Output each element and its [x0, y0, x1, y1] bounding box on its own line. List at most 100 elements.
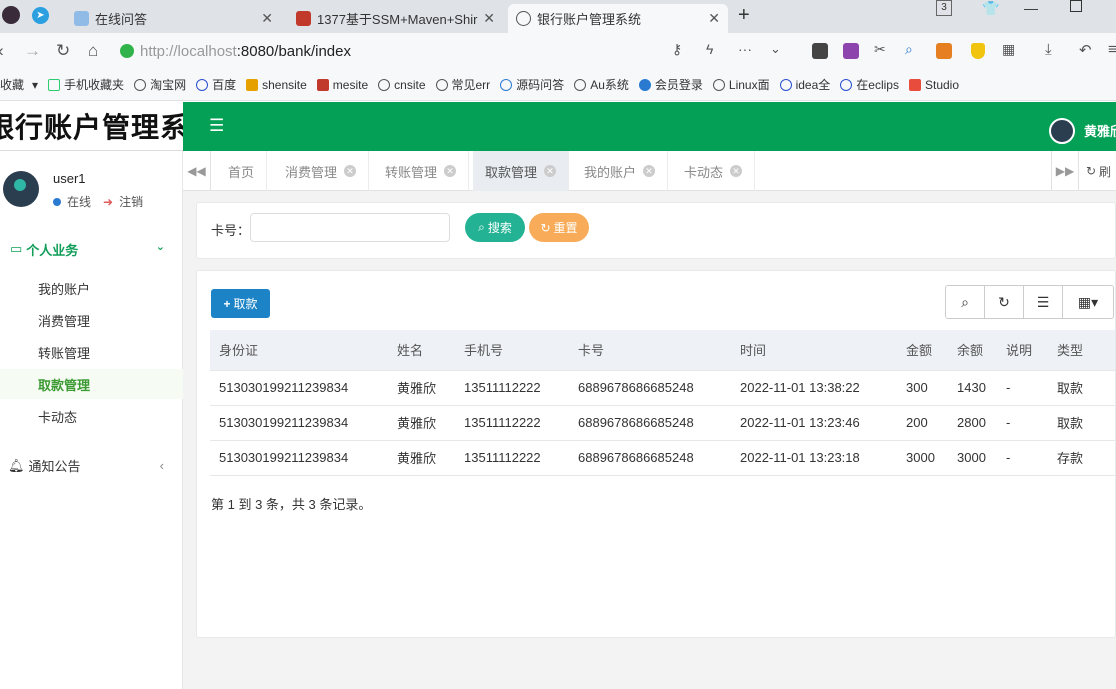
scissors-icon[interactable]: ✂	[874, 41, 886, 58]
bookmark-item[interactable]: Linux面	[712, 76, 770, 93]
sidebar-item-my-account[interactable]: 我的账户	[0, 273, 183, 303]
table-row[interactable]: 513030199211239834 黄雅欣 13511112222 68896…	[210, 370, 1115, 406]
column-header[interactable]: 余额	[948, 330, 997, 371]
tab-withdraw[interactable]: 取款管理 ✕	[473, 151, 570, 191]
bookmark-item[interactable]: 常见err	[435, 76, 491, 93]
bookmark-item[interactable]: Studio	[908, 78, 959, 92]
sidebar-item-withdraw[interactable]: 取款管理	[0, 369, 183, 399]
column-header[interactable]: 身份证	[210, 330, 388, 371]
column-header[interactable]: 类型	[1048, 330, 1115, 371]
column-header[interactable]: 姓名	[388, 330, 455, 371]
search-ext-icon[interactable]: ⌕	[905, 41, 913, 58]
table-row[interactable]: 513030199211239834 黄雅欣 13511112222 68896…	[210, 405, 1115, 441]
search-button-label: 搜索	[487, 221, 512, 235]
menu-icon[interactable]: ≡	[1108, 41, 1116, 58]
reload-icon[interactable]: ↻	[56, 41, 70, 61]
forward-icon[interactable]: →	[24, 41, 41, 61]
sidebar-item-consumption[interactable]: 消费管理	[0, 305, 183, 335]
back-icon[interactable]: ‹	[0, 41, 4, 61]
bookmark-item[interactable]: 百度	[196, 76, 236, 93]
tab-my-account[interactable]: 我的账户 ✕	[572, 151, 669, 191]
tab-count-badge[interactable]: 3	[936, 0, 952, 16]
download-icon[interactable]: ⤓	[1045, 41, 1052, 58]
search-button[interactable]: ⌕ 搜索	[465, 213, 525, 242]
new-tab-icon[interactable]: +	[738, 4, 750, 27]
hamburger-menu-icon[interactable]: ☰	[209, 116, 224, 136]
tab-transfer[interactable]: 转账管理 ✕	[373, 151, 470, 191]
bookmark-item[interactable]: 在eclips	[840, 76, 899, 93]
undo-icon[interactable]: ↶	[1079, 41, 1092, 59]
refresh-tab-button[interactable]: ↻ 刷	[1081, 151, 1116, 191]
sidebar-item-notice[interactable]: 🔔︎ 通知公告 ‹	[8, 456, 178, 475]
close-icon[interactable]: ✕	[708, 10, 720, 27]
column-header[interactable]: 手机号	[455, 330, 569, 371]
bookmark-item[interactable]: 源码问答	[500, 76, 564, 93]
sidebar: user1 在线 ➜ 注销 ▭ 个人业务 ⌄ 我的账户 消费管理 转账管理 取款…	[0, 151, 183, 689]
close-icon[interactable]: ✕	[730, 165, 743, 177]
address-bar-row: ‹ → ↻ ⌂ http://localhost:8080/bank/index…	[0, 33, 1116, 69]
close-icon[interactable]: ✕	[643, 165, 656, 177]
shield-icon[interactable]	[971, 43, 985, 59]
browser-tab-2[interactable]: 1377基于SSM+Maven+Shir ✕	[288, 4, 503, 33]
card-number-input[interactable]	[250, 213, 450, 242]
lightning-icon[interactable]: ϟ	[706, 41, 713, 57]
browser-tab-1[interactable]: 在线问答 ✕	[66, 4, 281, 33]
column-header[interactable]: 金额	[897, 330, 948, 371]
logout-link[interactable]: 注销	[119, 193, 143, 210]
scroll-left-icon[interactable]: ◀◀	[183, 151, 211, 191]
tab-consumption[interactable]: 消费管理 ✕	[273, 151, 370, 191]
table-row[interactable]: 513030199211239834 黄雅欣 13511112222 68896…	[210, 440, 1115, 476]
more-icon[interactable]: ···	[738, 41, 752, 57]
browser-tab-active[interactable]: 银行账户管理系统 ✕	[508, 4, 728, 33]
sidebar-group-personal[interactable]: ▭ 个人业务 ⌄	[0, 238, 183, 260]
tab-card-activity[interactable]: 卡动态 ✕	[672, 151, 756, 191]
close-icon[interactable]: ✕	[261, 10, 273, 27]
column-header[interactable]: 说明	[997, 330, 1048, 371]
bookmark-item[interactable]: cnsite	[378, 78, 426, 92]
header-avatar[interactable]	[1049, 118, 1075, 144]
table-toggle-view-icon[interactable]: ☰	[1024, 286, 1063, 318]
chevron-down-icon[interactable]: ⌄	[770, 41, 781, 57]
bookmark-item[interactable]: idea全	[779, 76, 830, 93]
phone-icon	[48, 78, 61, 91]
globe-icon	[134, 78, 147, 91]
maximize-icon[interactable]	[1070, 0, 1082, 12]
url-input[interactable]: http://localhost:8080/bank/index	[120, 38, 820, 64]
table-search-icon[interactable]: ⌕	[946, 286, 985, 318]
extension-1-icon[interactable]	[812, 43, 828, 59]
close-icon[interactable]: ✕	[444, 165, 457, 177]
withdraw-button[interactable]: + 取款	[211, 289, 270, 318]
apps-icon[interactable]: ▦	[1002, 41, 1015, 58]
minimize-icon[interactable]: —	[1024, 0, 1038, 16]
bookmark-item[interactable]: mesite	[316, 78, 368, 92]
bookmark-item[interactable]: 手机收藏夹	[48, 76, 124, 93]
logout-icon[interactable]: ➜	[103, 195, 113, 209]
profile-avatar[interactable]	[2, 6, 20, 24]
home-icon[interactable]: ⌂	[88, 41, 98, 61]
close-icon[interactable]: ✕	[544, 165, 557, 177]
shirt-icon[interactable]: 👕	[982, 0, 999, 17]
sidebar-item-card-activity[interactable]: 卡动态	[0, 401, 183, 431]
chevron-down-icon: ⌄	[155, 241, 165, 253]
close-icon[interactable]: ✕	[344, 165, 357, 177]
bookmark-item[interactable]: 收藏 ▾	[0, 76, 38, 93]
close-icon[interactable]: ✕	[483, 10, 495, 27]
column-header[interactable]: 时间	[731, 330, 897, 371]
bookmark-item[interactable]: 会员登录	[638, 76, 703, 93]
tab-home[interactable]: 首页	[216, 151, 268, 191]
scroll-right-icon[interactable]: ▶▶	[1051, 151, 1079, 191]
table-refresh-icon[interactable]: ↻	[985, 286, 1024, 318]
header-username[interactable]: 黄雅欣	[1084, 121, 1116, 140]
column-header[interactable]: 卡号	[569, 330, 731, 371]
sidebar-item-transfer[interactable]: 转账管理	[0, 337, 183, 367]
game-icon[interactable]	[936, 43, 952, 59]
reset-button[interactable]: ↻ 重置	[529, 213, 589, 242]
bookmark-item[interactable]: shensite	[246, 78, 307, 92]
bookmark-label: 常见err	[451, 78, 491, 92]
bookmark-item[interactable]: 淘宝网	[134, 76, 186, 93]
key-icon[interactable]: ⚷	[672, 41, 682, 58]
table-columns-icon[interactable]: ▦▾	[1063, 286, 1113, 318]
telegram-icon[interactable]: ➤	[32, 7, 49, 24]
translate-icon[interactable]	[843, 43, 859, 59]
bookmark-item[interactable]: Au系统	[574, 76, 629, 93]
